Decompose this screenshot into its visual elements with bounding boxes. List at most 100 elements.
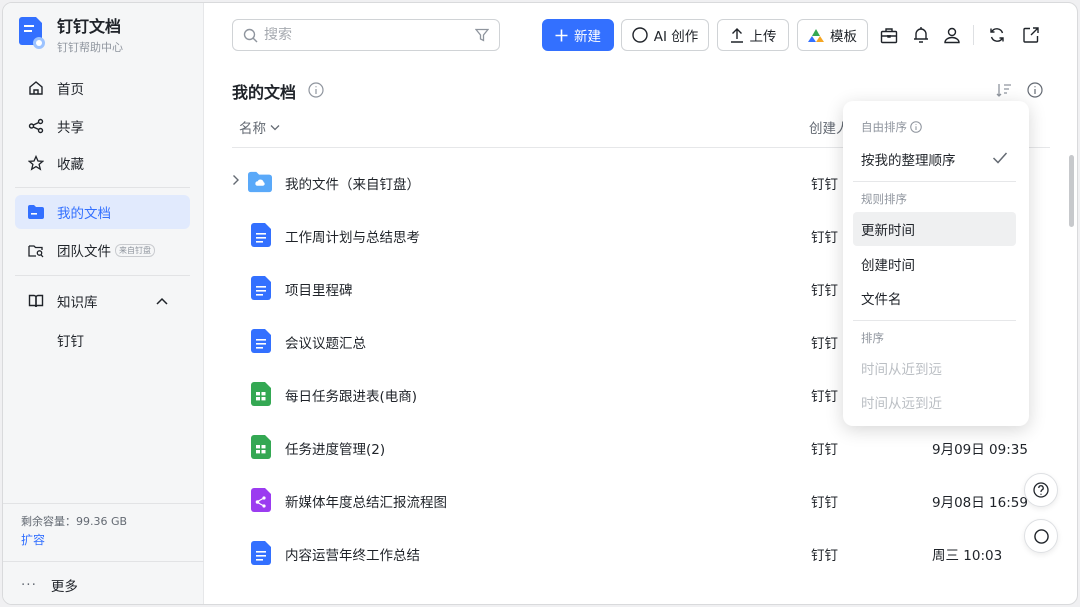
file-name: 我的文件（来自钉盘） (285, 177, 420, 193)
sidebar-item-label: 收藏 (57, 157, 84, 173)
dingtalk-docs-logo-icon (19, 17, 45, 49)
help-button[interactable] (1024, 473, 1058, 507)
more-dots-icon: ··· (21, 577, 37, 593)
chevron-down-icon (270, 124, 280, 130)
sidebar: 钉钉文档 钉钉帮助中心 首页 共享 收藏 我的文档 团队文件 来自钉盘 知识库 … (3, 3, 204, 604)
open-external-icon[interactable] (1021, 25, 1041, 45)
scrollbar[interactable] (1069, 155, 1074, 227)
plus-icon (555, 29, 568, 41)
ai-icon (632, 27, 648, 43)
sidebar-item-my-docs[interactable]: 我的文档 (15, 195, 190, 229)
doc-icon (251, 223, 271, 247)
chevron-right-icon[interactable] (232, 174, 240, 186)
search-input[interactable] (264, 27, 475, 43)
new-button[interactable]: 新建 (542, 19, 614, 51)
ai-create-button[interactable]: AI 创作 (621, 19, 709, 51)
sidebar-item-label: 知识库 (57, 295, 98, 311)
sidebar-item-favorites[interactable]: 收藏 (15, 146, 190, 180)
user-icon[interactable] (942, 25, 962, 45)
sidebar-divider (15, 275, 190, 276)
search-box[interactable] (232, 19, 500, 51)
info-icon[interactable] (910, 121, 922, 133)
dropdown-divider (853, 181, 1016, 182)
file-creator: 钉钉 (811, 495, 838, 511)
sync-icon[interactable] (987, 25, 1007, 45)
home-icon (27, 79, 45, 97)
sort-option-far-to-near[interactable]: 时间从远到近 (853, 385, 1016, 419)
bell-icon[interactable] (911, 25, 931, 45)
sort-option-near-to-far[interactable]: 时间从近到远 (853, 351, 1016, 385)
knowledge-base-item[interactable]: 钉钉 (57, 330, 84, 350)
sidebar-item-label: 首页 (57, 82, 84, 98)
toolbar-separator (973, 25, 974, 45)
sheet-icon (251, 435, 271, 459)
sort-option-create-time[interactable]: 创建时间 (853, 247, 1016, 281)
app-window: 钉钉文档 钉钉帮助中心 首页 共享 收藏 我的文档 团队文件 来自钉盘 知识库 … (2, 2, 1078, 605)
sheet-icon (251, 382, 271, 406)
toolbox-icon[interactable] (879, 25, 899, 45)
section-free-sort-label: 自由排序 (861, 120, 907, 134)
chevron-up-icon[interactable] (156, 293, 168, 309)
page-title: 我的文档 (232, 83, 297, 102)
new-button-label: 新建 (574, 29, 601, 45)
file-name: 内容运营年终工作总结 (285, 548, 420, 564)
more-label: 更多 (50, 579, 78, 595)
info-icon[interactable] (308, 82, 324, 98)
ai-create-label: AI 创作 (653, 29, 699, 45)
section-free-sort: 自由排序 (861, 119, 922, 135)
file-name: 每日任务跟进表(电商) (285, 389, 418, 405)
storage-remaining: 剩余容量：99.36 GB (21, 515, 128, 528)
check-icon (992, 152, 1008, 164)
file-creator: 钉钉 (811, 442, 838, 458)
dropdown-divider (853, 320, 1016, 321)
file-time: 周三 10:03 (932, 548, 1003, 564)
sidebar-item-share[interactable]: 共享 (15, 109, 190, 143)
filter-icon[interactable] (475, 28, 489, 42)
file-name: 会议议题汇总 (285, 336, 366, 352)
column-header-name[interactable]: 名称 (239, 117, 280, 137)
section-rule-sort: 规则排序 (861, 192, 907, 206)
brand-subtitle: 钉钉帮助中心 (57, 41, 123, 54)
file-time: 9月08日 16:59 (932, 495, 1028, 511)
sort-option-my-order[interactable]: 按我的整理顺序 (853, 142, 1016, 176)
file-creator: 钉钉 (811, 548, 838, 564)
column-name-label: 名称 (239, 121, 266, 137)
sort-option-file-name[interactable]: 文件名 (853, 281, 1016, 315)
sort-option-update-time[interactable]: 更新时间 (853, 212, 1016, 246)
expand-storage-link[interactable]: 扩容 (21, 531, 45, 548)
sidebar-item-team-files[interactable]: 团队文件 来自钉盘 (15, 233, 190, 267)
brand-title: 钉钉文档 (57, 17, 122, 36)
source-tag: 来自钉盘 (115, 243, 155, 257)
upload-icon (730, 27, 743, 43)
file-name: 项目里程碑 (285, 283, 353, 299)
doc-icon (251, 329, 271, 353)
team-folder-icon (27, 241, 45, 259)
sort-icon[interactable] (996, 83, 1012, 97)
doc-icon (251, 276, 271, 300)
sidebar-item-knowledge-base[interactable]: 知识库 (15, 284, 190, 318)
more-button[interactable]: ··· 更多 (21, 575, 78, 595)
file-creator: 钉钉 (811, 177, 838, 193)
section-order: 排序 (861, 331, 884, 345)
brand[interactable]: 钉钉文档 钉钉帮助中心 (19, 17, 123, 55)
template-button[interactable]: 模板 (797, 19, 868, 51)
detail-info-icon[interactable] (1027, 82, 1043, 98)
sidebar-divider (3, 503, 204, 504)
upload-button[interactable]: 上传 (717, 19, 789, 51)
sort-option-label: 按我的整理顺序 (861, 153, 956, 169)
file-name: 新媒体年度总结汇报流程图 (285, 495, 447, 511)
sidebar-item-home[interactable]: 首页 (15, 71, 190, 105)
file-creator: 钉钉 (811, 389, 838, 405)
table-row[interactable]: 新媒体年度总结汇报流程图 钉钉 9月08日 16:59 (232, 474, 1050, 526)
table-row[interactable]: 内容运营年终工作总结 钉钉 周三 10:03 (232, 527, 1050, 579)
folder-icon (248, 171, 272, 193)
file-name: 工作周计划与总结思考 (285, 230, 420, 246)
file-creator: 钉钉 (811, 230, 838, 246)
ai-assistant-button[interactable] (1024, 519, 1058, 553)
mindmap-icon (251, 488, 271, 512)
star-icon (27, 154, 45, 172)
sidebar-item-label: 团队文件 (57, 244, 111, 260)
ai-icon (1033, 528, 1049, 544)
file-name: 任务进度管理(2) (285, 442, 386, 458)
table-row[interactable]: 任务进度管理(2) 钉钉 9月09日 09:35 (232, 421, 1050, 473)
